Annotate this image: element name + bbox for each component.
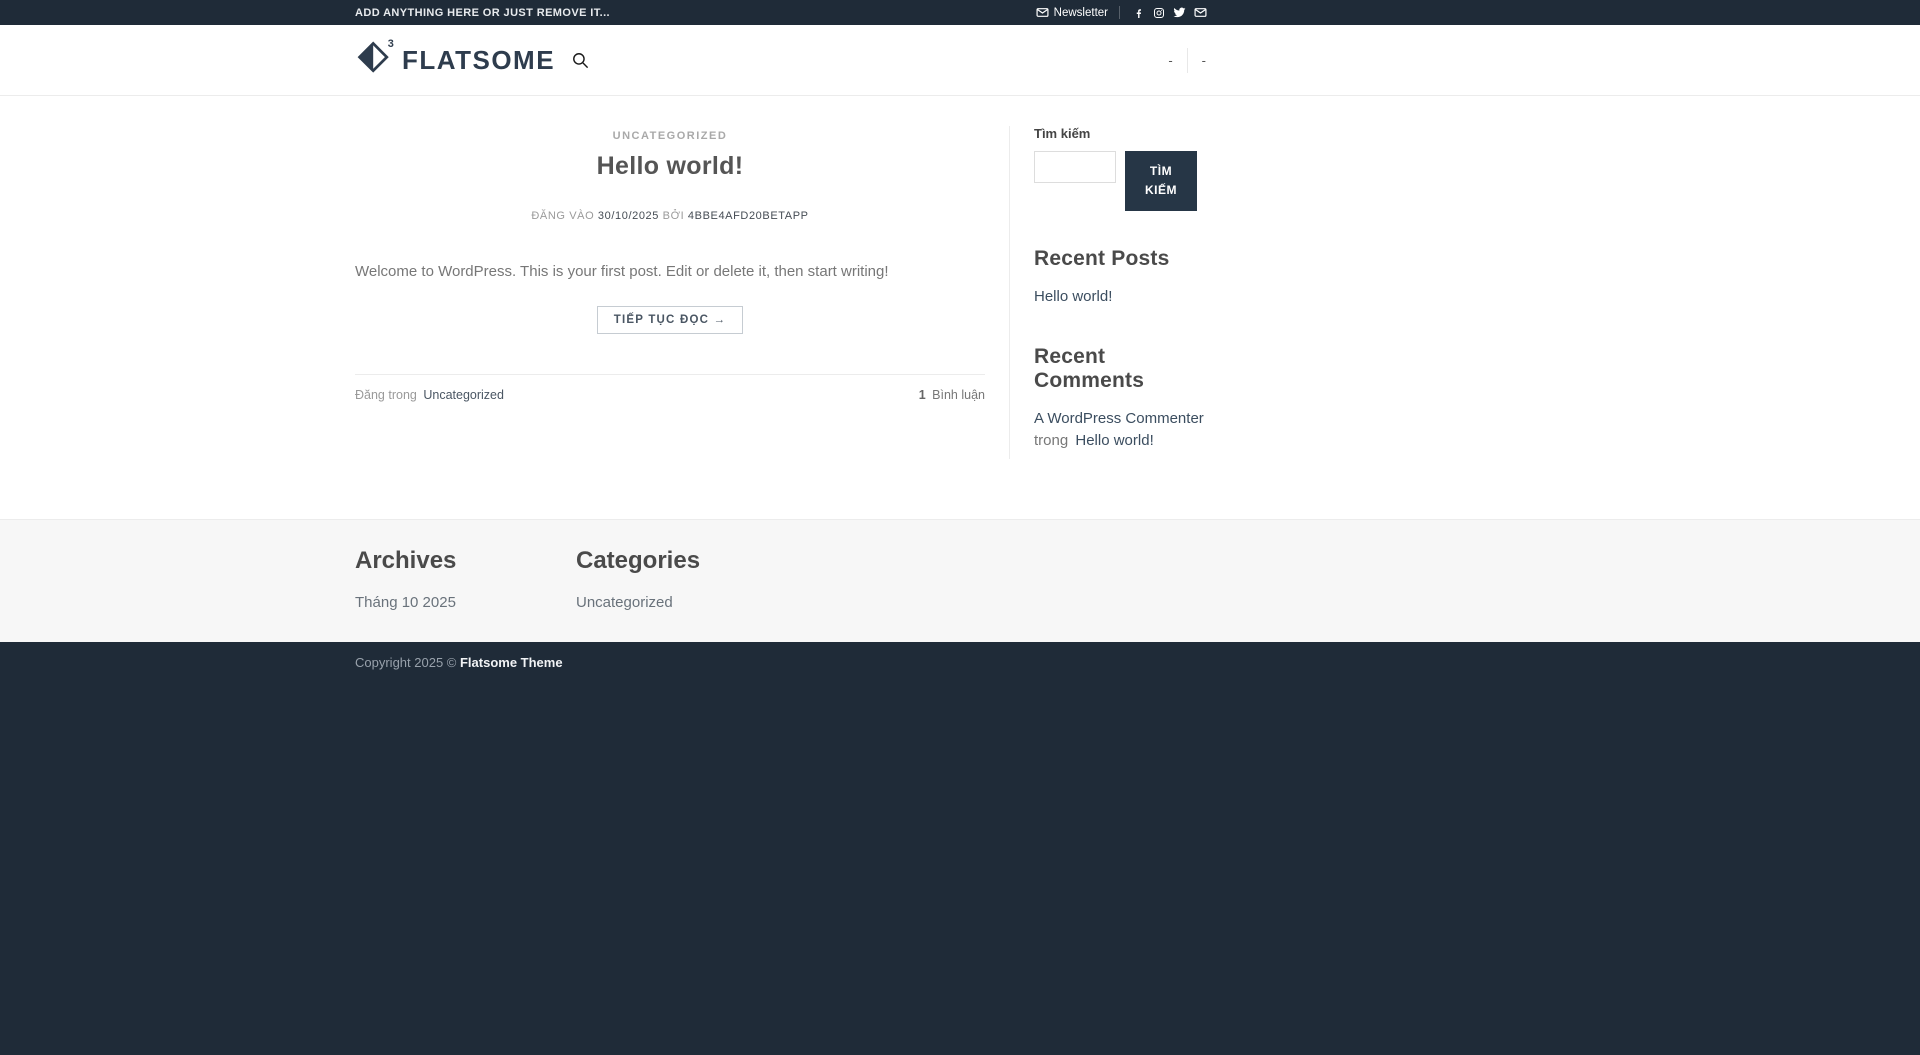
post-excerpt: Welcome to WordPress. This is your first… [355,260,985,285]
facebook-icon[interactable] [1129,7,1149,19]
posted-in-label: Đăng trong [355,388,417,402]
comments-count: 1 [919,388,926,402]
post-footer: Đăng trong Uncategorized 1 Bình luận [355,374,985,402]
archives-list: Tháng 10 2025 [355,594,576,612]
site-header: 3 FLATSOME - - [0,25,1920,96]
sidebar: Tìm kiếm TÌM KIẾM Recent Posts Hello wor… [1010,126,1210,459]
main-content: UNCATEGORIZED Hello world! ĐĂNG VÀO 30/1… [0,96,1920,519]
archives-widget: Archives Tháng 10 2025 [355,547,576,612]
archive-link[interactable]: Tháng 10 2025 [355,594,456,611]
recent-posts-title: Recent Posts [1034,247,1210,271]
footer-widgets: Archives Tháng 10 2025 Categories Uncate… [0,519,1920,642]
site-logo[interactable]: 3 FLATSOME [355,37,555,84]
categories-title: Categories [576,547,797,575]
twitter-icon[interactable] [1169,6,1190,19]
page: ADD ANYTHING HERE OR JUST REMOVE IT... N… [0,0,1920,1055]
recent-posts-list: Hello world! [1034,286,1210,309]
categories-widget: Categories Uncategorized [576,547,797,612]
list-item: Uncategorized [576,594,797,612]
copyright-brand: Flatsome Theme [460,655,563,670]
newsletter-label: Newsletter [1054,7,1108,19]
archives-title: Archives [355,547,576,575]
header-nav: - - [1163,48,1211,73]
continue-reading-button[interactable]: TIẾP TỤC ĐỌC → [597,306,743,334]
post-title: Hello world! [355,152,985,181]
list-item: A WordPress Commenter trong Hello world! [1034,408,1210,453]
comments-label: Bình luận [932,388,985,402]
post-meta: ĐĂNG VÀO 30/10/2025 BỞI 4BBE4AFD20BETAPP [355,210,985,222]
comment-in-label: trong [1034,432,1068,449]
search-widget: Tìm kiếm TÌM KIẾM [1034,126,1210,211]
flatsome-logo-icon: 3 [355,37,395,84]
instagram-icon[interactable] [1149,7,1169,19]
copyright-text: Copyright 2025 © [355,655,460,670]
category-link[interactable]: Uncategorized [576,594,673,611]
recent-post-link[interactable]: Hello world! [1034,288,1112,305]
meta-by-label: BỞI [663,210,685,222]
sidebar-search-button[interactable]: TÌM KIẾM [1125,151,1197,211]
post-header: UNCATEGORIZED Hello world! ĐĂNG VÀO 30/1… [355,126,985,222]
post: UNCATEGORIZED Hello world! ĐĂNG VÀO 30/1… [355,126,985,402]
topbar-divider [1119,6,1120,19]
search-widget-title: Tìm kiếm [1034,126,1210,141]
sidebar-search-form: TÌM KIẾM [1034,151,1210,211]
topbar-message: ADD ANYTHING HERE OR JUST REMOVE IT... [355,7,610,19]
envelope-icon [1036,6,1049,19]
topbar-right: Newsletter [1036,6,1211,19]
search-icon[interactable] [571,51,590,70]
posted-in-category-link[interactable]: Uncategorized [423,388,504,402]
comments-count-link[interactable]: 1 Bình luận [919,388,985,402]
email-icon[interactable] [1190,6,1211,19]
logo-text: FLATSOME [402,45,555,76]
sidebar-search-input[interactable] [1034,151,1116,183]
topbar: ADD ANYTHING HERE OR JUST REMOVE IT... N… [0,0,1920,25]
recent-comments-list: A WordPress Commenter trong Hello world! [1034,408,1210,453]
readmore-wrap: TIẾP TỤC ĐỌC → [355,306,985,334]
meta-posted-on-label: ĐĂNG VÀO [531,210,594,222]
post-column: UNCATEGORIZED Hello world! ĐĂNG VÀO 30/1… [355,126,1010,459]
logo-mark: 3 [388,38,394,50]
post-category-link[interactable]: UNCATEGORIZED [613,130,728,142]
comment-post-link[interactable]: Hello world! [1075,432,1153,449]
nav-item-1[interactable]: - [1163,53,1177,68]
meta-author-link[interactable]: 4BBE4AFD20BETAPP [688,210,809,222]
meta-date-link[interactable]: 30/10/2025 [598,210,659,222]
nav-divider [1187,48,1188,73]
newsletter-link[interactable]: Newsletter [1036,6,1108,19]
nav-item-2[interactable]: - [1197,53,1211,68]
recent-comments-title: Recent Comments [1034,345,1210,393]
list-item: Hello world! [1034,286,1210,309]
posted-in: Đăng trong Uncategorized [355,388,504,402]
categories-list: Uncategorized [576,594,797,612]
comment-author-link[interactable]: A WordPress Commenter [1034,408,1210,431]
list-item: Tháng 10 2025 [355,594,576,612]
